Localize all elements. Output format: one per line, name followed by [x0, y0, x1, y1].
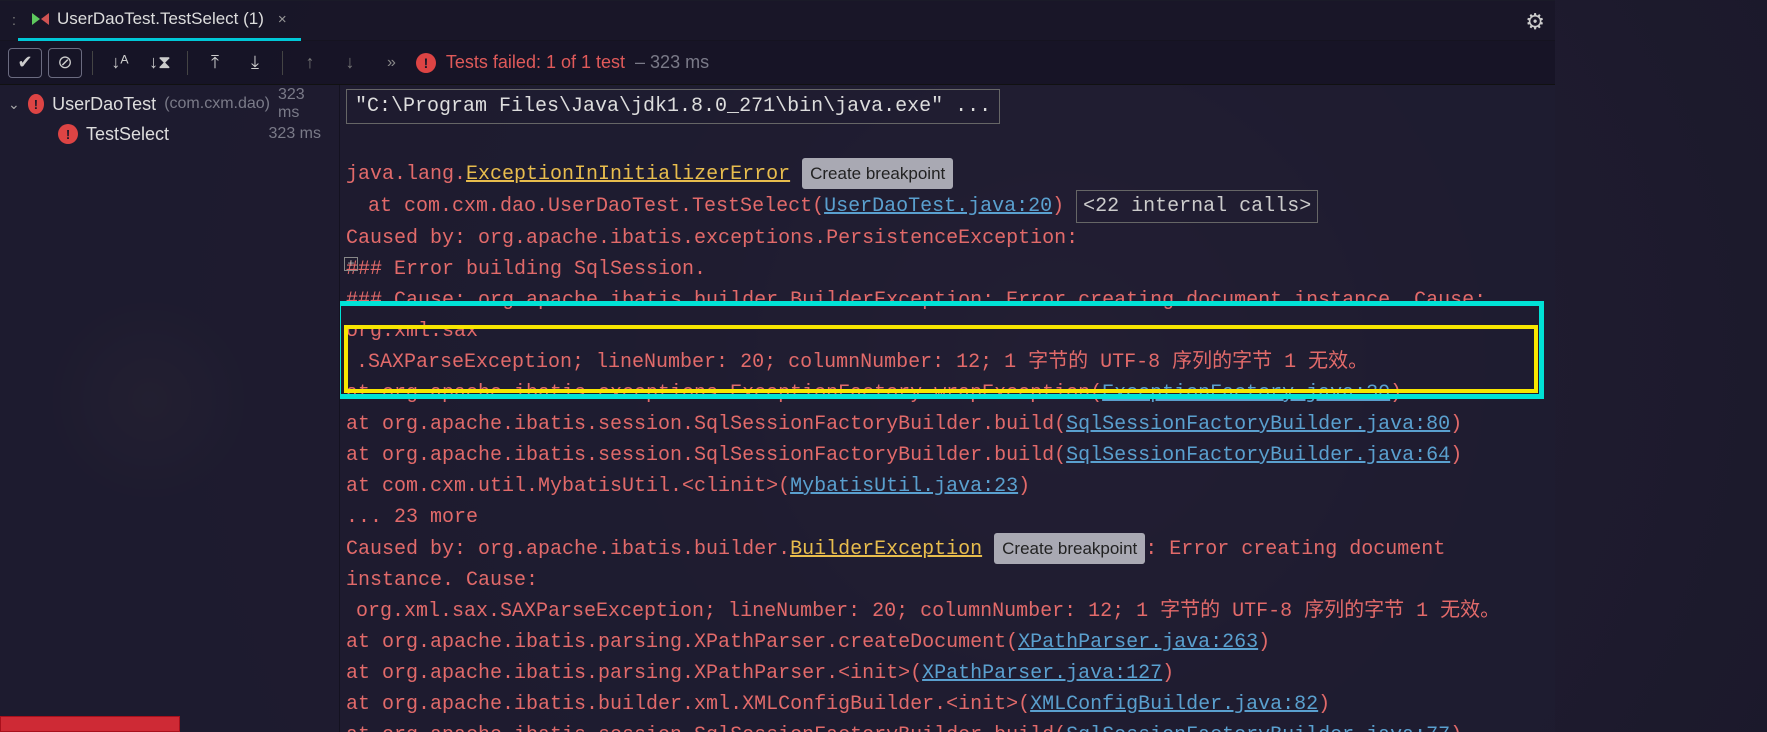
error-icon: !	[28, 94, 44, 114]
status-fail-text: Tests failed: 1 of 1 test	[446, 52, 625, 73]
exception-link[interactable]: ExceptionInInitializerError	[466, 163, 790, 186]
stack-line: at org.apache.ibatis.session.SqlSessionF…	[346, 440, 1549, 471]
test-toolbar: ✔ ⊘ ↓ᴬ ↓⧗ ⤒ ⤓ ↑ ↓ » ! Tests failed: 1 of…	[0, 41, 1555, 85]
expand-frames-icon[interactable]: +	[344, 257, 358, 271]
sort-alpha-button[interactable]: ↓ᴬ	[103, 48, 137, 78]
test-tree-item[interactable]: ! TestSelect 323 ms	[0, 119, 339, 149]
source-link[interactable]: SqlSessionFactoryBuilder.java:64	[1066, 444, 1450, 467]
source-link[interactable]: XPathParser.java:127	[922, 662, 1162, 685]
test-tree-root[interactable]: ⌄ ! UserDaoTest (com.cxm.dao) 323 ms	[0, 89, 339, 119]
source-link[interactable]: XMLConfigBuilder.java:82	[1030, 693, 1318, 716]
source-link[interactable]: ExceptionFactory.java:30	[1102, 382, 1390, 405]
create-breakpoint-button[interactable]: Create breakpoint	[994, 533, 1145, 564]
stack-line: at org.apache.ibatis.exceptions.Exceptio…	[346, 378, 1549, 409]
prev-failed-button[interactable]: ↑	[293, 48, 327, 78]
source-link[interactable]: XPathParser.java:263	[1018, 631, 1258, 654]
status-time: – 323 ms	[635, 52, 709, 73]
stack-line: .SAXParseException; lineNumber: 20; colu…	[346, 347, 1549, 378]
bottom-red-tab[interactable]	[0, 716, 180, 732]
next-failed-button[interactable]: ↓	[333, 48, 367, 78]
source-link[interactable]: MybatisUtil.java:23	[790, 475, 1018, 498]
stack-line: at com.cxm.util.MybatisUtil.<clinit>(Myb…	[346, 471, 1549, 502]
more-icon[interactable]: »	[373, 54, 410, 72]
source-link[interactable]: UserDaoTest.java:20	[824, 195, 1052, 218]
stack-line: Caused by: org.apache.ibatis.exceptions.…	[346, 223, 1549, 254]
collapse-all-button[interactable]: ⤓	[238, 48, 272, 78]
stack-line: Caused by: org.apache.ibatis.builder.Bui…	[346, 533, 1549, 596]
tab-title: UserDaoTest.TestSelect (1)	[57, 9, 264, 29]
error-icon: !	[58, 124, 78, 144]
internal-calls-box[interactable]: <22 internal calls>	[1076, 190, 1318, 223]
stack-line: ### Cause: org.apache.ibatis.builder.Bui…	[346, 285, 1549, 347]
stack-line: ... 23 more	[346, 502, 1549, 533]
source-link[interactable]: SqlSessionFactoryBuilder.java:77	[1066, 724, 1450, 732]
error-status-icon: !	[416, 53, 436, 73]
expand-all-button[interactable]: ⤒	[198, 48, 232, 78]
settings-gear-icon[interactable]: ⚙	[1525, 9, 1545, 35]
show-ignored-button[interactable]: ⊘	[48, 48, 82, 78]
command-line: "C:\Program Files\Java\jdk1.8.0_271\bin\…	[346, 89, 1000, 124]
run-config-icon	[32, 13, 49, 25]
run-tab[interactable]: UserDaoTest.TestSelect (1) ×	[18, 1, 301, 41]
stack-line: ### Error building SqlSession.	[346, 254, 1549, 285]
stack-line: at com.cxm.dao.UserDaoTest.TestSelect(Us…	[346, 190, 1549, 223]
stack-line: org.xml.sax.SAXParseException; lineNumbe…	[346, 596, 1549, 627]
stack-line: at org.apache.ibatis.parsing.XPathParser…	[346, 627, 1549, 658]
stack-line: at org.apache.ibatis.session.SqlSessionF…	[346, 720, 1549, 732]
collapse-caret-icon[interactable]: ⌄	[8, 96, 20, 113]
source-link[interactable]: SqlSessionFactoryBuilder.java:80	[1066, 413, 1450, 436]
stack-line: at org.apache.ibatis.parsing.XPathParser…	[346, 658, 1549, 689]
close-tab-icon[interactable]: ×	[278, 11, 287, 28]
show-passed-button[interactable]: ✔	[8, 48, 42, 78]
create-breakpoint-button[interactable]: Create breakpoint	[802, 158, 953, 189]
stack-line: at org.apache.ibatis.session.SqlSessionF…	[346, 409, 1549, 440]
tab-bar: : UserDaoTest.TestSelect (1) × ⚙	[0, 1, 1555, 41]
console-output[interactable]: "C:\Program Files\Java\jdk1.8.0_271\bin\…	[340, 85, 1555, 732]
stack-line: java.lang.ExceptionInInitializerError Cr…	[346, 158, 1549, 190]
test-tree[interactable]: ⌄ ! UserDaoTest (com.cxm.dao) 323 ms ! T…	[0, 85, 340, 732]
panel-label: :	[0, 12, 18, 29]
sort-duration-button[interactable]: ↓⧗	[143, 48, 177, 78]
exception-link[interactable]: BuilderException	[790, 538, 982, 561]
stack-line: at org.apache.ibatis.builder.xml.XMLConf…	[346, 689, 1549, 720]
test-status: ! Tests failed: 1 of 1 test – 323 ms	[416, 52, 709, 73]
